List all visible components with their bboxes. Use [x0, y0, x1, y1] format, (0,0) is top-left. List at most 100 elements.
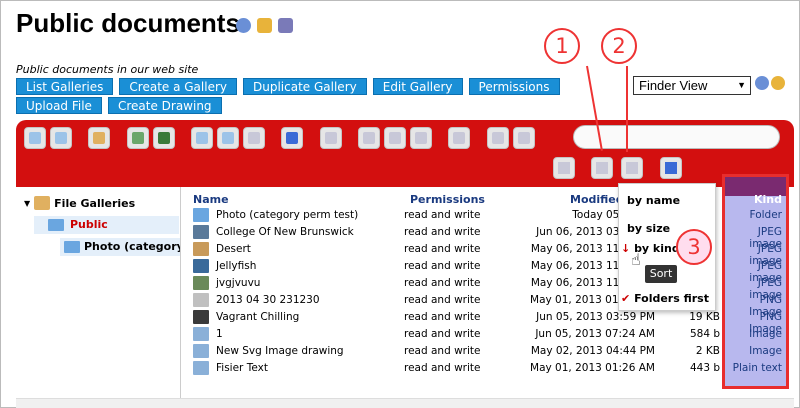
- column-header-name[interactable]: Name: [193, 193, 229, 206]
- info-button[interactable]: [281, 127, 303, 149]
- eye-icon[interactable]: [755, 76, 769, 90]
- table-row[interactable]: New Svg Image drawing read and write May 0…: [190, 343, 720, 360]
- paste-button[interactable]: [410, 127, 432, 149]
- permissions-button[interactable]: Permissions: [468, 78, 560, 95]
- tree-item-photo[interactable]: Photo (category perm: [60, 238, 180, 256]
- open-button[interactable]: [191, 127, 213, 149]
- cursor-icon: [248, 132, 260, 144]
- eye-icon: [325, 132, 337, 144]
- tree-item-label: Photo (category perm: [84, 240, 180, 253]
- tools-icon[interactable]: [771, 76, 785, 90]
- file-name: Fisier Text: [216, 362, 268, 374]
- cut-icon: [389, 132, 401, 144]
- table-row[interactable]: 1 read and write Jun 05, 2013 07:24 AM 584 …: [190, 326, 720, 343]
- folder-icon: [64, 241, 80, 253]
- cursor-icon: ☝: [631, 250, 641, 269]
- file-name: Photo (category perm test): [216, 209, 359, 221]
- tree-root[interactable]: ▼ File Galleries: [24, 196, 135, 210]
- file-icon: [193, 242, 209, 256]
- save-button[interactable]: [153, 127, 175, 149]
- edit-file-icon: [518, 132, 530, 144]
- search-input[interactable]: [573, 125, 780, 149]
- file-icon: [193, 310, 209, 324]
- edit-file-button[interactable]: [513, 127, 535, 149]
- column-header-modified[interactable]: Modified: [570, 193, 624, 206]
- column-header-permissions[interactable]: Permissions: [410, 193, 485, 206]
- file-permissions: read and write: [404, 345, 481, 357]
- wrench-icon[interactable]: [278, 18, 293, 33]
- help-icon[interactable]: [236, 18, 251, 33]
- view-button[interactable]: [320, 127, 342, 149]
- file-size: 443 b: [689, 362, 720, 374]
- arrow-down-icon: ↓: [621, 242, 631, 255]
- title-icons: [236, 18, 293, 33]
- list-view-icon: [596, 162, 608, 174]
- copy-button[interactable]: [358, 127, 380, 149]
- file-kind: Image: [749, 345, 782, 357]
- tree-root-label: File Galleries: [54, 196, 136, 210]
- create-drawing-button[interactable]: Create Drawing: [107, 97, 222, 114]
- duplicate-button[interactable]: [487, 127, 509, 149]
- file-icon: [193, 344, 209, 358]
- file-kind: Folder: [749, 209, 782, 221]
- file-name: 1: [216, 328, 223, 340]
- help-button[interactable]: [660, 157, 682, 179]
- page-title: Public documents: [16, 8, 240, 38]
- view-select[interactable]: Finder View ▼: [633, 76, 751, 95]
- file-kind: Image: [749, 328, 782, 340]
- sort-by-kind-row[interactable]: ↓ by kind: [621, 242, 680, 255]
- file-button[interactable]: [448, 127, 470, 149]
- file-permissions: read and write: [404, 226, 481, 238]
- sort-by-name[interactable]: by name: [627, 194, 680, 207]
- status-strip: [16, 398, 794, 408]
- chevron-down-icon: ▼: [737, 80, 746, 90]
- view-icons: [755, 76, 785, 90]
- icons-view-button[interactable]: [553, 157, 575, 179]
- file-icon: [193, 259, 209, 273]
- file-icon: [193, 276, 209, 290]
- folders-first-row[interactable]: ✔ Folders first: [621, 292, 709, 305]
- sort-by-size[interactable]: by size: [627, 222, 670, 235]
- create-gallery-button[interactable]: Create a Gallery: [119, 78, 237, 95]
- upload-file-button[interactable]: Upload File: [16, 97, 102, 114]
- file-icon: [453, 132, 465, 144]
- duplicate-icon: [492, 132, 504, 144]
- file-permissions: read and write: [404, 294, 481, 306]
- file-size: 2 KB: [695, 345, 720, 357]
- save-icon: [158, 132, 170, 144]
- list-galleries-button[interactable]: List Galleries: [16, 78, 114, 95]
- disk-button[interactable]: [217, 127, 239, 149]
- sort-button[interactable]: [621, 157, 643, 179]
- column-header-kind[interactable]: Kind: [730, 193, 782, 206]
- file-permissions: read and write: [404, 328, 481, 340]
- tree-item-public-documents[interactable]: Public documents: [34, 216, 179, 249]
- gallery-actions: List Galleries Create a Gallery Duplicat…: [16, 78, 560, 95]
- select-button[interactable]: [243, 127, 265, 149]
- file-icon: [193, 293, 209, 307]
- paste-icon: [415, 132, 427, 144]
- file-permissions: read and write: [404, 362, 481, 374]
- annotation-circle-2: 2: [601, 28, 637, 64]
- folders-first: Folders first: [634, 292, 709, 305]
- annotation-circle-3: 3: [676, 229, 712, 265]
- file-permissions: read and write: [404, 260, 481, 272]
- file-permissions: read and write: [404, 311, 481, 323]
- info-icon: [286, 132, 298, 144]
- reload-button[interactable]: [127, 127, 149, 149]
- file-icon: [193, 225, 209, 239]
- edit-icon[interactable]: [257, 18, 272, 33]
- list-view-button[interactable]: [591, 157, 613, 179]
- duplicate-gallery-button[interactable]: Duplicate Gallery: [243, 78, 367, 95]
- table-row[interactable]: Vagrant Chilling read and write Jun 05, 20…: [190, 309, 720, 326]
- file-permissions: read and write: [404, 243, 481, 255]
- edit-gallery-button[interactable]: Edit Gallery: [372, 78, 463, 95]
- home-button[interactable]: [88, 127, 110, 149]
- table-row[interactable]: Fisier Text read and write May 01, 2013 01…: [190, 360, 720, 377]
- file-permissions: read and write: [404, 209, 481, 221]
- annotation-pointer-2: [626, 66, 628, 152]
- forward-button[interactable]: [50, 127, 72, 149]
- cut-button[interactable]: [384, 127, 406, 149]
- file-permissions: read and write: [404, 277, 481, 289]
- back-button[interactable]: [24, 127, 46, 149]
- disk-icon: [222, 132, 234, 144]
